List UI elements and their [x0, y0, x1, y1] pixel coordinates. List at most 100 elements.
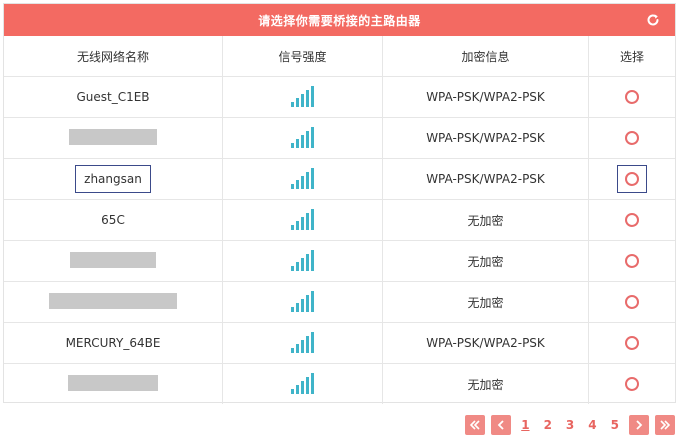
table-row[interactable]: WPA-PSK/WPA2-PSK — [4, 117, 675, 159]
signal-bar — [291, 142, 294, 148]
radio-circle-icon — [625, 377, 639, 391]
signal-bar — [306, 335, 309, 353]
last-page-button[interactable] — [655, 415, 675, 435]
select-radio-button[interactable] — [619, 125, 645, 151]
ssid-cell — [4, 281, 223, 323]
ssid-cell — [4, 117, 223, 159]
radio-circle-icon — [625, 90, 639, 104]
column-header-signal: 信号强度 — [222, 36, 383, 77]
chevron-left-icon — [497, 420, 504, 430]
radio-circle-icon — [625, 131, 639, 145]
signal-strength-icon — [291, 372, 314, 394]
signal-bar — [306, 294, 309, 312]
table-row[interactable]: 无加密 — [4, 281, 675, 323]
signal-bar — [301, 298, 304, 312]
redacted-ssid — [68, 374, 158, 391]
table-row[interactable]: Guest_C1EB WPA-PSK/WPA2-PSK — [4, 76, 675, 118]
signal-strength-icon — [291, 331, 314, 353]
select-radio-button[interactable] — [619, 371, 645, 397]
page-2[interactable]: 2 — [540, 418, 556, 432]
signal-bar — [311, 331, 314, 353]
ssid-cell — [4, 363, 223, 404]
signal-bar — [311, 290, 314, 312]
select-radio-button[interactable] — [619, 84, 645, 110]
prev-page-button[interactable] — [491, 415, 512, 435]
table-row[interactable]: 无加密 — [4, 363, 676, 405]
table-row[interactable]: zhangsan WPA-PSK/WPA2-PSK — [4, 158, 675, 200]
select-radio-button[interactable] — [617, 165, 647, 193]
signal-bar — [301, 339, 304, 353]
signal-strength-icon — [291, 126, 314, 148]
signal-cell — [222, 199, 383, 241]
signal-bar — [291, 101, 294, 107]
table-row[interactable]: 65C 无加密 — [4, 199, 675, 241]
network-table: 无线网络名称 信号强度 加密信息 选择 Guest_C1EB WPA-PSK/WP… — [4, 36, 675, 404]
signal-strength-icon — [291, 167, 314, 189]
select-radio-button[interactable] — [619, 248, 645, 274]
select-cell — [588, 281, 675, 323]
signal-bar — [311, 208, 314, 230]
select-cell — [588, 199, 675, 241]
page-3[interactable]: 3 — [562, 418, 578, 432]
signal-bar — [301, 175, 304, 189]
signal-bar — [296, 138, 299, 148]
ssid-cell — [4, 240, 223, 282]
signal-strength-icon — [291, 85, 314, 107]
signal-cell — [222, 76, 383, 118]
signal-strength-icon — [291, 290, 314, 312]
select-radio-button[interactable] — [619, 289, 645, 315]
first-page-button[interactable] — [465, 415, 486, 435]
select-radio-button[interactable] — [619, 207, 645, 233]
pagination: 1 2 3 4 5 — [465, 415, 675, 435]
table-row[interactable]: 无加密 — [4, 240, 675, 282]
ssid-label: MERCURY_64BE — [65, 336, 161, 350]
table-header-row: 无线网络名称 信号强度 加密信息 选择 — [4, 36, 675, 77]
signal-bar — [301, 216, 304, 230]
page-4[interactable]: 4 — [584, 418, 600, 432]
signal-bar — [301, 134, 304, 148]
signal-bar — [291, 224, 294, 230]
radio-circle-icon — [625, 254, 639, 268]
encryption-cell: WPA-PSK/WPA2-PSK — [382, 76, 589, 118]
signal-strength-icon — [291, 249, 314, 271]
radio-circle-icon — [625, 295, 639, 309]
signal-bar — [306, 89, 309, 107]
select-cell — [588, 240, 675, 282]
signal-bar — [306, 171, 309, 189]
signal-bar — [311, 372, 314, 394]
signal-bar — [296, 179, 299, 189]
signal-strength-icon — [291, 208, 314, 230]
column-header-ssid: 无线网络名称 — [4, 36, 223, 77]
encryption-cell: 无加密 — [382, 363, 589, 404]
refresh-icon — [647, 14, 659, 26]
signal-bar — [291, 347, 294, 353]
signal-bar — [296, 261, 299, 271]
encryption-cell: 无加密 — [382, 281, 589, 323]
select-radio-button[interactable] — [619, 330, 645, 356]
encryption-cell: WPA-PSK/WPA2-PSK — [382, 158, 589, 200]
column-header-select: 选择 — [588, 36, 675, 77]
signal-bar — [296, 302, 299, 312]
ssid-cell: 65C — [4, 199, 223, 241]
signal-bar — [291, 306, 294, 312]
signal-bar — [301, 93, 304, 107]
signal-bar — [311, 126, 314, 148]
next-page-button[interactable] — [629, 415, 649, 435]
page-1[interactable]: 1 — [517, 418, 533, 432]
radio-circle-icon — [625, 336, 639, 350]
ssid-cell: MERCURY_64BE — [4, 322, 223, 364]
table-row[interactable]: MERCURY_64BE WPA-PSK/WPA2-PSK — [4, 322, 675, 364]
select-cell — [589, 364, 676, 405]
signal-bar — [306, 212, 309, 230]
signal-bar — [291, 183, 294, 189]
column-header-encryption: 加密信息 — [382, 36, 589, 77]
signal-bar — [301, 380, 304, 394]
title-bar: 请选择你需要桥接的主路由器 — [4, 4, 675, 36]
encryption-cell: WPA-PSK/WPA2-PSK — [382, 117, 589, 159]
signal-bar — [296, 97, 299, 107]
page-5[interactable]: 5 — [607, 418, 623, 432]
refresh-button[interactable] — [643, 10, 663, 30]
signal-cell — [222, 363, 383, 404]
signal-bar — [311, 167, 314, 189]
signal-bar — [296, 220, 299, 230]
